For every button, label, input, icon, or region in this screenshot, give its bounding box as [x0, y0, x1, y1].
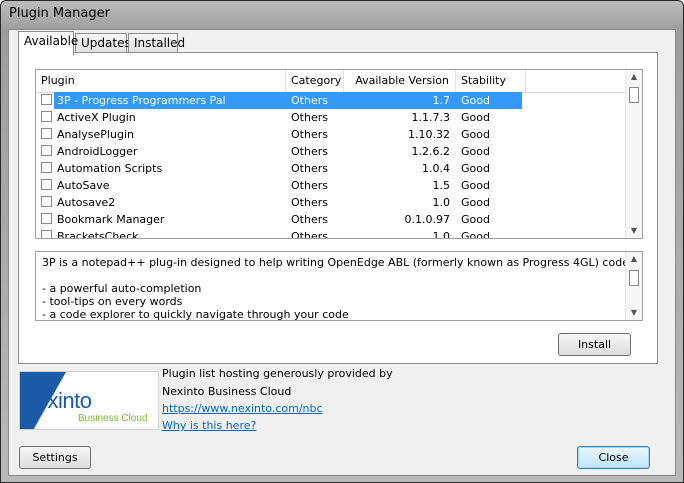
plugin-name: 3P - Progress Programmers Pal — [57, 94, 226, 107]
plugin-stability: Good — [461, 213, 490, 226]
nexinto-logo[interactable]: nexinto Business Cloud — [19, 371, 159, 430]
table-row[interactable]: 3P - Progress Programmers Pal Others 1.7… — [36, 92, 626, 109]
scrollbar-thumb[interactable] — [629, 87, 639, 103]
plugin-stability: Good — [461, 145, 490, 158]
plugin-category: Others — [291, 145, 328, 158]
plugin-name: Bookmark Manager — [57, 213, 165, 226]
plugin-stability: Good — [461, 230, 490, 239]
plugin-version: 1.2.6.2 — [411, 145, 450, 158]
plugin-version: 1.1.7.3 — [411, 111, 450, 124]
row-checkbox[interactable] — [41, 179, 52, 190]
plugin-name: AnalysePlugin — [57, 128, 134, 141]
description-line: 3P is a notepad++ plug-in designed to he… — [42, 256, 643, 269]
plugin-category: Others — [291, 94, 328, 107]
table-row[interactable]: Automation Scripts Others 1.0.4 Good — [36, 160, 626, 177]
plugin-version: 0.1.0.97 — [404, 213, 450, 226]
plugin-category: Others — [291, 230, 328, 239]
list-header: Plugin Category Available Version Stabil… — [36, 70, 626, 93]
plugin-name: AutoSave — [57, 179, 110, 192]
logo-brand: nexinto — [24, 388, 92, 413]
description-line: - a powerful auto-completion — [42, 282, 202, 295]
client-area: Available Updates Installed Plugin Categ… — [8, 29, 676, 476]
table-row[interactable]: AndroidLogger Others 1.2.6.2 Good — [36, 143, 626, 160]
plugin-name: Automation Scripts — [57, 162, 163, 175]
row-checkbox[interactable] — [41, 213, 52, 224]
description-line: - a code explorer to quickly navigate th… — [42, 308, 349, 321]
row-checkbox[interactable] — [41, 196, 52, 207]
plugin-rows: 3P - Progress Programmers Pal Others 1.7… — [36, 92, 626, 239]
plugin-stability: Good — [461, 94, 490, 107]
plugin-category: Others — [291, 213, 328, 226]
plugin-stability: Good — [461, 162, 490, 175]
row-checkbox[interactable] — [41, 162, 52, 173]
scroll-down-arrow-icon[interactable]: ▼ — [626, 224, 642, 238]
table-row[interactable]: AutoSave Others 1.5 Good — [36, 177, 626, 194]
plugin-category: Others — [291, 179, 328, 192]
tab-updates[interactable]: Updates — [75, 33, 131, 53]
nexinto-url-link[interactable]: https://www.nexinto.com/nbc — [162, 402, 323, 415]
table-row[interactable]: BracketsCheck Others 1.0 Good — [36, 228, 626, 239]
plugin-description-box[interactable]: 3P is a notepad++ plug-in designed to he… — [35, 251, 643, 321]
column-header-category[interactable]: Category — [286, 70, 344, 92]
row-checkbox[interactable] — [41, 128, 52, 139]
available-tab-panel: Plugin Category Available Version Stabil… — [18, 52, 658, 364]
row-checkbox[interactable] — [41, 94, 52, 105]
table-row[interactable]: Autosave2 Others 1.0 Good — [36, 194, 626, 211]
window-title: Plugin Manager — [9, 6, 110, 21]
tab-available[interactable]: Available — [18, 31, 78, 55]
hosting-text-line1: Plugin list hosting generously provided … — [162, 367, 393, 380]
why-link[interactable]: Why is this here? — [162, 419, 256, 432]
plugin-stability: Good — [461, 111, 490, 124]
plugin-name: BracketsCheck — [57, 230, 139, 239]
table-row[interactable]: ActiveX Plugin Others 1.1.7.3 Good — [36, 109, 626, 126]
plugin-manager-window: Plugin Manager Available Updates Install… — [0, 0, 684, 483]
plugin-name: Autosave2 — [57, 196, 116, 209]
plugin-stability: Good — [461, 179, 490, 192]
list-vertical-scrollbar[interactable]: ▲ ▼ — [625, 70, 642, 238]
column-header-available-version[interactable]: Available Version — [344, 70, 456, 92]
logo-tagline: Business Cloud — [78, 413, 148, 424]
plugin-version: 1.7 — [432, 94, 451, 107]
row-checkbox[interactable] — [41, 145, 52, 156]
scroll-down-arrow-icon[interactable]: ▼ — [626, 306, 642, 320]
plugin-category: Others — [291, 111, 328, 124]
plugin-version: 1.10.32 — [408, 128, 450, 141]
plugin-list[interactable]: Plugin Category Available Version Stabil… — [35, 69, 643, 239]
plugin-version: 1.5 — [432, 179, 451, 192]
plugin-version: 1.0.4 — [422, 162, 450, 175]
description-vertical-scrollbar[interactable]: ▲ ▼ — [625, 252, 642, 320]
install-button[interactable]: Install — [558, 333, 631, 356]
row-checkbox[interactable] — [41, 111, 52, 122]
table-row[interactable]: AnalysePlugin Others 1.10.32 Good — [36, 126, 626, 143]
scrollbar-thumb[interactable] — [629, 270, 639, 286]
plugin-name: AndroidLogger — [57, 145, 138, 158]
plugin-version: 1.0 — [432, 230, 451, 239]
plugin-category: Others — [291, 162, 328, 175]
plugin-stability: Good — [461, 196, 490, 209]
settings-button[interactable]: Settings — [19, 446, 91, 469]
tab-installed[interactable]: Installed — [128, 33, 185, 53]
scroll-up-arrow-icon[interactable]: ▲ — [626, 70, 642, 84]
hosting-text-line2: Nexinto Business Cloud — [162, 385, 292, 398]
close-button[interactable]: Close — [577, 446, 650, 469]
column-header-stability[interactable]: Stability — [456, 70, 526, 92]
plugin-stability: Good — [461, 128, 490, 141]
row-checkbox[interactable] — [41, 230, 52, 238]
plugin-name: ActiveX Plugin — [57, 111, 136, 124]
column-header-plugin[interactable]: Plugin — [36, 70, 286, 92]
table-row[interactable]: Bookmark Manager Others 0.1.0.97 Good — [36, 211, 626, 228]
plugin-category: Others — [291, 128, 328, 141]
plugin-version: 1.0 — [432, 196, 451, 209]
plugin-category: Others — [291, 196, 328, 209]
description-line: - tool-tips on every words — [42, 295, 183, 308]
scroll-up-arrow-icon[interactable]: ▲ — [626, 252, 642, 266]
